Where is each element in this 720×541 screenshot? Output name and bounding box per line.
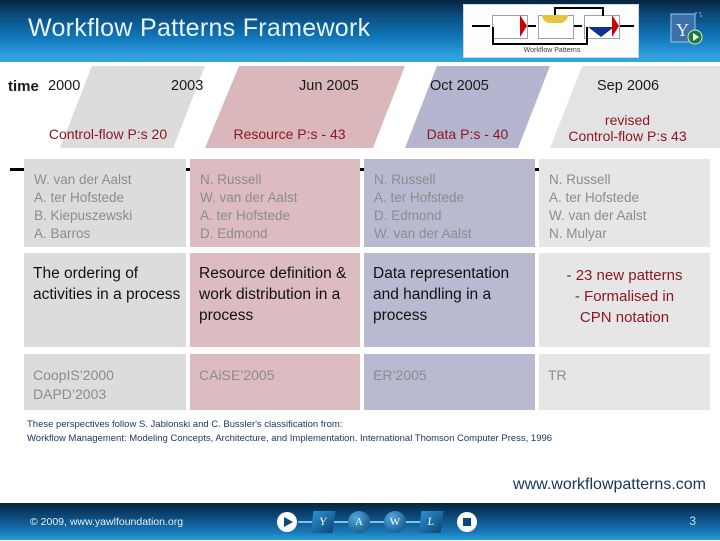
perspective-label-data: Data P:s - 40 (426, 126, 509, 142)
timeline-year-2003: 2003 (171, 78, 204, 94)
authors-cell-revised: N. Russell A. ter Hofstede W. van der Aa… (539, 159, 710, 247)
yawl-letter-l: L (418, 511, 444, 533)
yawl-logo-icon: Y (670, 12, 703, 45)
conference-cell-resource: CAiSE’2005 (190, 354, 360, 410)
footnote-line-2: Workflow Management: Modeling Concepts, … (27, 432, 553, 444)
svg-text:Y: Y (676, 20, 689, 40)
yawl-letter-y: Y (310, 511, 336, 533)
perspective-label-resource: Resource P:s - 43 (233, 126, 346, 142)
timeline-year-sep2006: Sep 2006 (597, 78, 660, 94)
footnote: These perspectives follow S. Jablonski a… (27, 418, 707, 445)
yawl-letter-a: A (348, 511, 370, 533)
website-url[interactable]: www.workflowpatterns.com (513, 476, 706, 494)
timeline-year-oct2005: Oct 2005 (430, 78, 489, 94)
conference-cell-revised: TR (539, 354, 710, 410)
stop-icon (456, 511, 478, 533)
play-icon (276, 511, 298, 533)
slide-title-bar: Workflow Patterns Framework Workflow Pat… (0, 0, 720, 62)
slide-footer: © 2009, www.yawlfoundation.org Y A W L 3 (0, 503, 720, 540)
description-cell-control-flow: The ordering of activities in a process (24, 253, 186, 347)
description-cell-data: Data representation and handling in a pr… (364, 253, 535, 347)
perspective-label-control-flow: Control-flow P:s 20 (48, 126, 168, 142)
workflow-patterns-logo: Workflow Patterns (463, 4, 639, 58)
page-number: 3 (689, 514, 696, 528)
yawl-footer-logo-strip: Y A W L (276, 511, 477, 533)
yawl-letter-w: W (384, 511, 406, 533)
description-cell-revised: - 23 new patterns - Formalised in CPN no… (539, 253, 710, 347)
authors-cell-data: N. Russell A. ter Hofstede D. Edmond W. … (364, 159, 535, 247)
authors-cell-control-flow: W. van der Aalst A. ter Hofstede B. Kiep… (24, 159, 186, 247)
conference-cell-data: ER’2005 (364, 354, 535, 410)
footnote-line-1: These perspectives follow S. Jablonski a… (27, 419, 343, 430)
authors-cell-resource: N. Russell W. van der Aalst A. ter Hofst… (190, 159, 360, 247)
yawl-logo: Y (668, 10, 706, 50)
timeline-axis-label: time (8, 78, 39, 95)
perspective-label-revised: revised Control-flow P:s 43 (568, 112, 687, 144)
timeline-year-jun2005: Jun 2005 (299, 78, 359, 94)
page-title: Workflow Patterns Framework (28, 14, 371, 42)
timeline-year-2000: 2000 (48, 78, 81, 94)
description-cell-resource: Resource definition & work distribution … (190, 253, 360, 347)
conference-cell-control-flow: CoopIS’2000 DAPD’2003 (24, 354, 186, 410)
copyright-text: © 2009, www.yawlfoundation.org (30, 516, 184, 528)
workflow-patterns-caption: Workflow Patterns (523, 47, 581, 54)
